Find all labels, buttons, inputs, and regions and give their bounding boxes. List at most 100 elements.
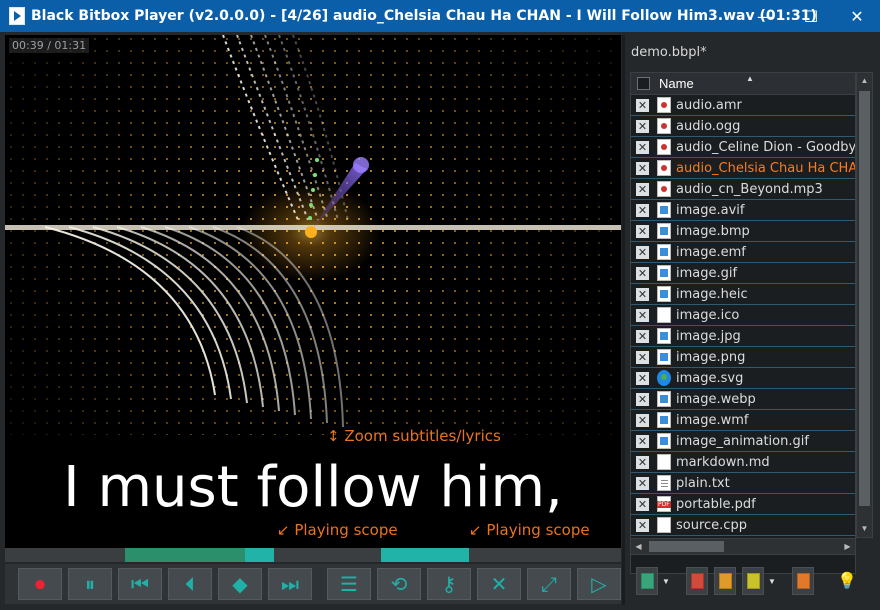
playlist-item[interactable]: ✕ image.ico (631, 305, 855, 326)
visualization-dot (394, 278, 396, 280)
playlist-button[interactable]: ☰ (327, 568, 371, 600)
remove-item-icon[interactable]: ✕ (636, 224, 649, 238)
record-button[interactable]: ⏺ (18, 568, 62, 600)
fullscreen-button[interactable]: ⤢ (527, 568, 571, 600)
playlist-vertical-scrollbar[interactable]: ▲ ▼ (856, 72, 873, 538)
vertical-scroll-thumb[interactable] (859, 91, 870, 506)
playlist-item[interactable]: ✕portable.pdf (631, 494, 855, 515)
visualization-dot (586, 302, 588, 304)
playlist-item[interactable]: ✕audio_Celine Dion - Goodbye's ( (631, 137, 855, 158)
remove-item-icon[interactable]: ✕ (636, 161, 649, 175)
playlist-item[interactable]: ✕ image.png (631, 347, 855, 368)
visualization-dot (598, 194, 600, 196)
visualization-dot (370, 374, 372, 376)
playlist-item[interactable]: ✕ image.heic (631, 284, 855, 305)
scroll-right-icon[interactable]: ▶ (840, 539, 855, 555)
playlist-item[interactable]: ✕ image.bmp (631, 221, 855, 242)
skip-forward-button[interactable]: ⏭ (268, 568, 312, 600)
remove-item-icon[interactable]: ✕ (636, 371, 649, 385)
visualization-dot (70, 134, 72, 136)
playlist-item[interactable]: ✕ image.wmf (631, 410, 855, 431)
playlist-horizontal-scrollbar[interactable]: ◀ ▶ (630, 538, 856, 555)
remove-item-icon[interactable]: ✕ (636, 497, 649, 511)
playlist-item[interactable]: ✕ image.jpg (631, 326, 855, 347)
visualization-dot (250, 86, 252, 88)
mute-button[interactable]: ✕ (477, 568, 521, 600)
remove-item-icon[interactable]: ✕ (636, 119, 649, 133)
visualization-dot (562, 62, 564, 64)
scroll-down-icon[interactable]: ▼ (857, 521, 872, 537)
visualization-dot (154, 254, 156, 256)
playlist-item[interactable]: ✕ plain.txt (631, 473, 855, 494)
pane-splitter[interactable] (622, 35, 625, 605)
remove-item-icon[interactable]: ✕ (636, 140, 649, 154)
visualization-dot (406, 206, 408, 208)
remove-item-icon[interactable]: ✕ (636, 182, 649, 196)
playlist-item[interactable]: ✕ audio.amr (631, 95, 855, 116)
minimize-button[interactable]: — (742, 0, 788, 32)
close-button[interactable]: ✕ (834, 0, 880, 32)
remove-item-icon[interactable]: ✕ (636, 413, 649, 427)
pause-button[interactable]: ⏸ (68, 568, 112, 600)
remove-file-button[interactable] (686, 567, 708, 595)
visualization-dot (94, 110, 96, 112)
playlist-item[interactable]: ✕ markdown.md (631, 452, 855, 473)
visualization-dot (274, 86, 276, 88)
remove-item-icon[interactable]: ✕ (636, 392, 649, 406)
remove-item-icon[interactable]: ✕ (636, 476, 649, 490)
repeat-button[interactable]: ⟲ (377, 568, 421, 600)
remove-item-icon[interactable]: ✕ (636, 308, 649, 322)
remove-item-icon[interactable]: ✕ (636, 203, 649, 217)
playlist-item[interactable]: ✕ image.webp (631, 389, 855, 410)
playlist-item[interactable]: ✕ image_animation.gif (631, 431, 855, 452)
playlist-item[interactable]: ✕ image.emf (631, 242, 855, 263)
add-files-button[interactable] (636, 567, 658, 595)
export-dropdown[interactable]: ▼ (766, 567, 778, 595)
panel-toggle-button[interactable]: ▷ (577, 568, 621, 600)
playlist-item[interactable]: ✕ audio.ogg (631, 116, 855, 137)
export-file-icon (746, 573, 760, 589)
remove-item-icon[interactable]: ✕ (636, 329, 649, 343)
scroll-left-icon[interactable]: ◀ (631, 539, 646, 555)
remove-item-icon[interactable]: ✕ (636, 266, 649, 280)
playlist-item[interactable]: ✕ audio_cn_Beyond.mp3 (631, 179, 855, 200)
remove-item-icon[interactable]: ✕ (636, 434, 649, 448)
remove-item-icon[interactable]: ✕ (636, 245, 649, 259)
video-display[interactable]: 00:39 / 01:31 ↕ Zoom subtitles/lyrics I … (5, 35, 621, 548)
remove-item-icon[interactable]: ✕ (636, 518, 649, 532)
visualization-dot (382, 398, 384, 400)
playlist-item[interactable]: ✕ image.gif (631, 263, 855, 284)
visualization-dot (406, 170, 408, 172)
playlist-item[interactable]: ✕ audio_Chelsia Chau Ha CHAN - (631, 158, 855, 179)
skip-back-button[interactable]: ⏴ (168, 568, 212, 600)
tips-button[interactable]: 💡 (836, 567, 858, 595)
previous-button[interactable]: ⏮ (118, 568, 162, 600)
visualization-dot (118, 290, 120, 292)
key-button[interactable]: ⚷ (427, 568, 471, 600)
column-header-name[interactable]: Name (659, 76, 694, 91)
scroll-up-icon[interactable]: ▲ (857, 73, 872, 89)
horizontal-scroll-thumb[interactable] (649, 541, 724, 552)
remove-item-icon[interactable]: ✕ (636, 287, 649, 301)
playlist-item[interactable]: ✕ image.avif (631, 200, 855, 221)
save-playlist-button[interactable] (792, 567, 814, 595)
visualization-dot (202, 110, 204, 112)
maximize-button[interactable]: ☐ (788, 0, 834, 32)
playback-progress-bar[interactable] (5, 548, 621, 562)
visualization-dot (526, 38, 528, 40)
playlist-item[interactable]: ✕ image.svg (631, 368, 855, 389)
visualization-dot (238, 110, 240, 112)
remove-item-icon[interactable]: ✕ (636, 350, 649, 364)
export-file-button[interactable] (742, 567, 764, 595)
edit-file-button[interactable] (714, 567, 736, 595)
stop-button[interactable]: ◆ (218, 568, 262, 600)
playlist-list[interactable]: Name ▲ ✕ audio.amr ✕ audio.ogg ✕ audio_Celine… (630, 72, 856, 574)
select-all-checkbox[interactable] (637, 77, 650, 90)
playlist-item[interactable]: ✕ source.cpp (631, 515, 855, 536)
visualization-dot (382, 74, 384, 76)
visualization-dot (586, 122, 588, 124)
remove-item-icon[interactable]: ✕ (636, 98, 649, 112)
title-bar[interactable]: Black Bitbox Player (v2.0.0.0) - [4/26] … (0, 0, 880, 32)
remove-item-icon[interactable]: ✕ (636, 455, 649, 469)
add-files-dropdown[interactable]: ▼ (660, 567, 672, 595)
